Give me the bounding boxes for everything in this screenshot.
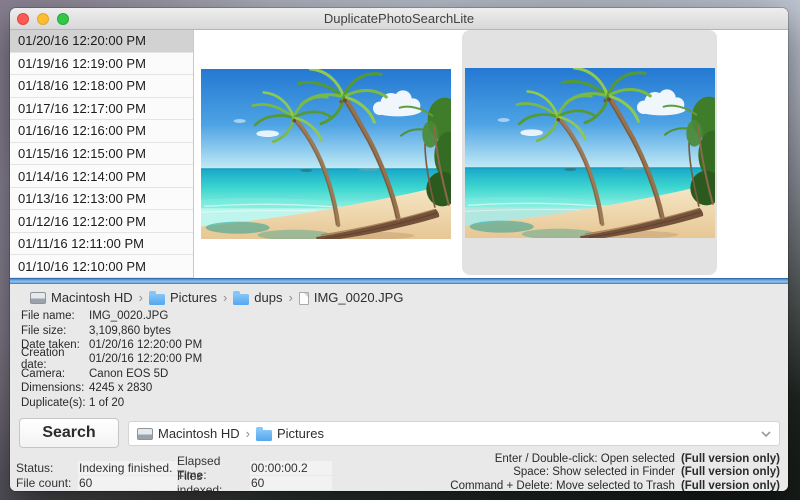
title-bar[interactable]: DuplicatePhotoSearchLite bbox=[10, 8, 788, 30]
path-item-volume[interactable]: Macintosh HD bbox=[137, 426, 240, 441]
info-value: 01/20/16 12:20:00 PM bbox=[89, 338, 203, 351]
shortcut-text: Command + Delete: Move selected to Trash bbox=[450, 479, 675, 491]
info-row-duplicates: Duplicate(s): 1 of 20 bbox=[21, 395, 202, 409]
details-pane: Macintosh HD › Pictures › dups › IMG_002… bbox=[10, 284, 788, 491]
hard-drive-icon bbox=[30, 292, 46, 304]
info-value: 1 of 20 bbox=[89, 396, 125, 409]
info-row-file-size: File size: 3,109,860 bytes bbox=[21, 323, 202, 337]
list-item-date[interactable]: 01/13/16 12:13:00 PM bbox=[10, 188, 193, 211]
info-value: IMG_0020.JPG bbox=[89, 310, 169, 323]
breadcrumb-label: dups bbox=[254, 290, 283, 305]
list-item-date[interactable]: 01/12/16 12:12:00 PM bbox=[10, 210, 193, 233]
breadcrumb-label: Macintosh HD bbox=[51, 290, 133, 305]
list-item-date[interactable]: 01/10/16 12:10:00 PM bbox=[10, 255, 193, 279]
path-label: Macintosh HD bbox=[158, 426, 240, 441]
full-version-badge: (Full version only) bbox=[680, 466, 780, 479]
path-separator: › bbox=[245, 426, 250, 441]
status-value: 60 bbox=[78, 476, 177, 490]
info-label: Duplicate(s): bbox=[21, 396, 86, 409]
full-version-badge: (Full version only) bbox=[680, 479, 780, 491]
path-item-folder[interactable]: Pictures bbox=[255, 426, 324, 441]
window-title: DuplicatePhotoSearchLite bbox=[323, 11, 475, 26]
keyboard-shortcuts-help: Enter / Double-click: Open selected (Full… bbox=[450, 453, 780, 491]
search-button[interactable]: Search bbox=[19, 418, 119, 448]
duplicate-photo-thumbnail-2[interactable] bbox=[465, 68, 715, 238]
list-item-date[interactable]: 01/18/16 12:18:00 PM bbox=[10, 75, 193, 98]
list-item-date[interactable]: 01/19/16 12:19:00 PM bbox=[10, 53, 193, 76]
info-row-dimensions: Dimensions: 4245 x 2830 bbox=[21, 381, 202, 395]
file-icon bbox=[298, 291, 309, 305]
breadcrumb-item-folder[interactable]: dups bbox=[233, 290, 283, 305]
breadcrumb-item-folder[interactable]: Pictures bbox=[148, 290, 217, 305]
info-row-file-name: File name: IMG_0020.JPG bbox=[21, 309, 202, 323]
breadcrumb-item-volume[interactable]: Macintosh HD bbox=[30, 290, 133, 305]
info-label: File name: bbox=[21, 310, 75, 323]
folder-icon bbox=[255, 426, 272, 441]
app-window: DuplicatePhotoSearchLite 01/20/16 12:20:… bbox=[10, 8, 788, 491]
status-label: File count: bbox=[16, 476, 72, 490]
breadcrumb-label: IMG_0020.JPG bbox=[313, 290, 404, 305]
breadcrumb: Macintosh HD › Pictures › dups › IMG_002… bbox=[30, 290, 403, 305]
info-label: File size: bbox=[21, 324, 67, 337]
info-label: Camera: bbox=[21, 367, 66, 380]
list-item-date[interactable]: 01/20/16 12:20:00 PM bbox=[10, 30, 193, 53]
hard-drive-icon bbox=[137, 428, 153, 440]
breadcrumb-separator: › bbox=[288, 290, 293, 305]
status-value: 00:00:00.2 bbox=[250, 461, 332, 475]
status-label: Files indexed: bbox=[177, 469, 223, 491]
duplicate-photo-thumbnail-1[interactable] bbox=[201, 69, 451, 239]
folder-icon bbox=[233, 290, 250, 305]
list-item-date[interactable]: 01/14/16 12:14:00 PM bbox=[10, 165, 193, 188]
status-row-1: Status: Indexing finished. Elapsed Time:… bbox=[16, 454, 332, 482]
info-value: 01/20/16 12:20:00 PM bbox=[89, 353, 203, 366]
info-value: Canon EOS 5D bbox=[89, 367, 169, 380]
list-item-date[interactable]: 01/16/16 12:16:00 PM bbox=[10, 120, 193, 143]
file-info-panel: File name: IMG_0020.JPG File size: 3,109… bbox=[21, 309, 202, 410]
list-item-date[interactable]: 01/17/16 12:17:00 PM bbox=[10, 98, 193, 121]
breadcrumb-separator: › bbox=[138, 290, 143, 305]
duplicate-photos-pane bbox=[194, 30, 788, 278]
path-label: Pictures bbox=[276, 426, 324, 441]
status-value: 60 bbox=[250, 476, 332, 490]
folder-icon bbox=[148, 290, 165, 305]
info-label: Dimensions: bbox=[21, 382, 85, 395]
status-label: Status: bbox=[16, 461, 54, 475]
shortcut-show-in-finder: Space: Show selected in Finder (Full vers… bbox=[450, 466, 780, 479]
breadcrumb-label: Pictures bbox=[169, 290, 217, 305]
shortcut-text: Enter / Double-click: Open selected bbox=[494, 453, 675, 465]
breadcrumb-item-file[interactable]: IMG_0020.JPG bbox=[298, 290, 404, 305]
list-item-date[interactable]: 01/15/16 12:15:00 PM bbox=[10, 143, 193, 166]
shortcut-open: Enter / Double-click: Open selected (Full… bbox=[450, 453, 780, 466]
shortcut-move-to-trash: Command + Delete: Move selected to Trash… bbox=[450, 480, 780, 491]
status-panel: Status: Indexing finished. Elapsed Time:… bbox=[16, 454, 332, 491]
status-value: Indexing finished. bbox=[78, 461, 177, 475]
breadcrumb-separator: › bbox=[222, 290, 228, 305]
full-version-badge: (Full version only) bbox=[680, 453, 780, 465]
list-item-date[interactable]: 01/11/16 12:11:00 PM bbox=[10, 233, 193, 256]
info-value: 4245 x 2830 bbox=[89, 382, 153, 395]
info-row-camera: Camera: Canon EOS 5D bbox=[21, 367, 202, 381]
search-path-combobox[interactable]: Macintosh HD › Pictures bbox=[128, 421, 780, 446]
info-value: 3,109,860 bytes bbox=[89, 324, 171, 337]
chevron-down-icon[interactable] bbox=[761, 430, 771, 438]
info-row-creation-date: Creation date: 01/20/16 12:20:00 PM bbox=[21, 347, 203, 371]
shortcut-text: Space: Show selected in Finder bbox=[513, 466, 675, 479]
duplicate-groups-list: 01/20/16 12:20:00 PM 01/19/16 12:19:00 P… bbox=[10, 30, 194, 279]
